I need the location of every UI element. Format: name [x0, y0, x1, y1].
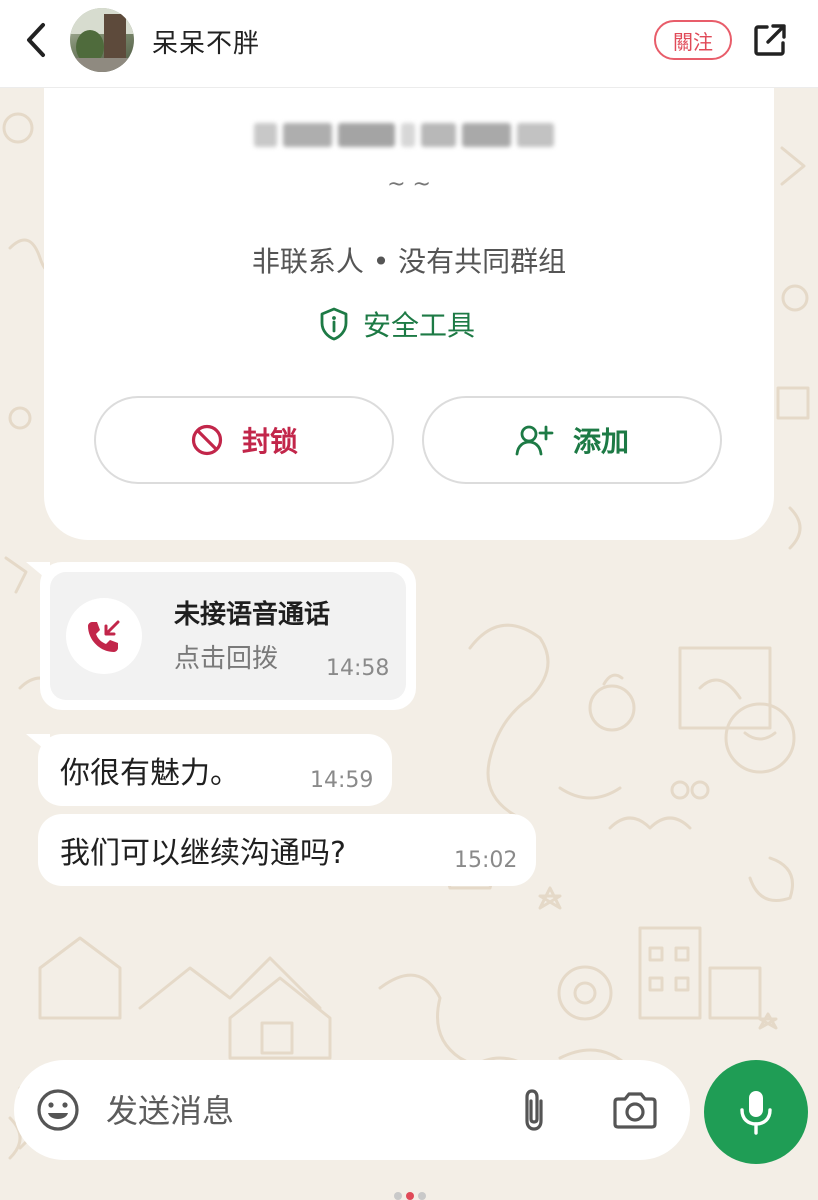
message-composer	[14, 1060, 690, 1160]
back-button[interactable]	[20, 20, 52, 60]
emoji-button[interactable]	[36, 1088, 80, 1132]
block-button[interactable]: 封锁	[94, 396, 394, 484]
voice-message-button[interactable]	[704, 1060, 808, 1164]
share-external-icon	[754, 24, 786, 56]
blurred-contact-id	[254, 118, 555, 152]
message-time: 14:58	[326, 656, 390, 681]
contact-status: ~ ~	[387, 172, 431, 197]
bubble-tail	[26, 562, 50, 582]
camera-button[interactable]	[610, 1088, 660, 1132]
message-text: 我们可以继续沟通吗?	[60, 836, 346, 871]
message-text: 你很有魅力。	[60, 756, 240, 791]
camera-icon	[613, 1092, 657, 1129]
follow-button[interactable]: 關注	[654, 20, 732, 60]
contact-meta: 非联系人 • 没有共同群组	[251, 245, 567, 278]
add-label: 添加	[572, 425, 629, 458]
missed-call-icon	[66, 598, 142, 674]
top-app-bar: 呆呆不胖 關注	[0, 0, 818, 88]
message-input[interactable]	[106, 1086, 486, 1136]
missed-call-card[interactable]: 未接语音通话 点击回拨 14:58	[50, 572, 406, 700]
attach-button[interactable]	[514, 1086, 554, 1134]
message-time: 15:02	[454, 848, 518, 873]
add-person-icon	[515, 425, 554, 456]
missed-call-title: 未接语音通话	[174, 600, 331, 630]
avatar[interactable]	[70, 8, 134, 72]
share-button[interactable]	[750, 20, 790, 60]
contact-name[interactable]: 呆呆不胖	[152, 23, 260, 60]
shield-info-icon	[320, 307, 348, 341]
paperclip-icon	[525, 1089, 543, 1131]
missed-call-subtitle: 点击回拨	[174, 644, 279, 674]
chevron-left-icon	[27, 23, 45, 57]
block-label: 封锁	[241, 425, 298, 458]
block-icon	[191, 424, 223, 456]
safety-tools-label: 安全工具	[363, 309, 476, 342]
bubble-tail	[26, 734, 50, 754]
microphone-icon	[740, 1091, 772, 1135]
page-indicator	[394, 1192, 428, 1200]
contact-info-card: ~ ~ 非联系人 • 没有共同群组 安全工具 封锁 添加	[44, 88, 774, 540]
incoming-message[interactable]: 我们可以继续沟通吗? 15:02	[38, 814, 536, 886]
message-time: 14:59	[310, 768, 374, 793]
add-contact-button[interactable]: 添加	[422, 396, 722, 484]
incoming-message[interactable]: 你很有魅力。 14:59	[26, 734, 392, 806]
emoji-icon	[37, 1089, 79, 1131]
missed-call-message[interactable]: 未接语音通话 点击回拨 14:58	[26, 562, 416, 710]
safety-tools-link[interactable]: 安全工具	[319, 302, 475, 346]
